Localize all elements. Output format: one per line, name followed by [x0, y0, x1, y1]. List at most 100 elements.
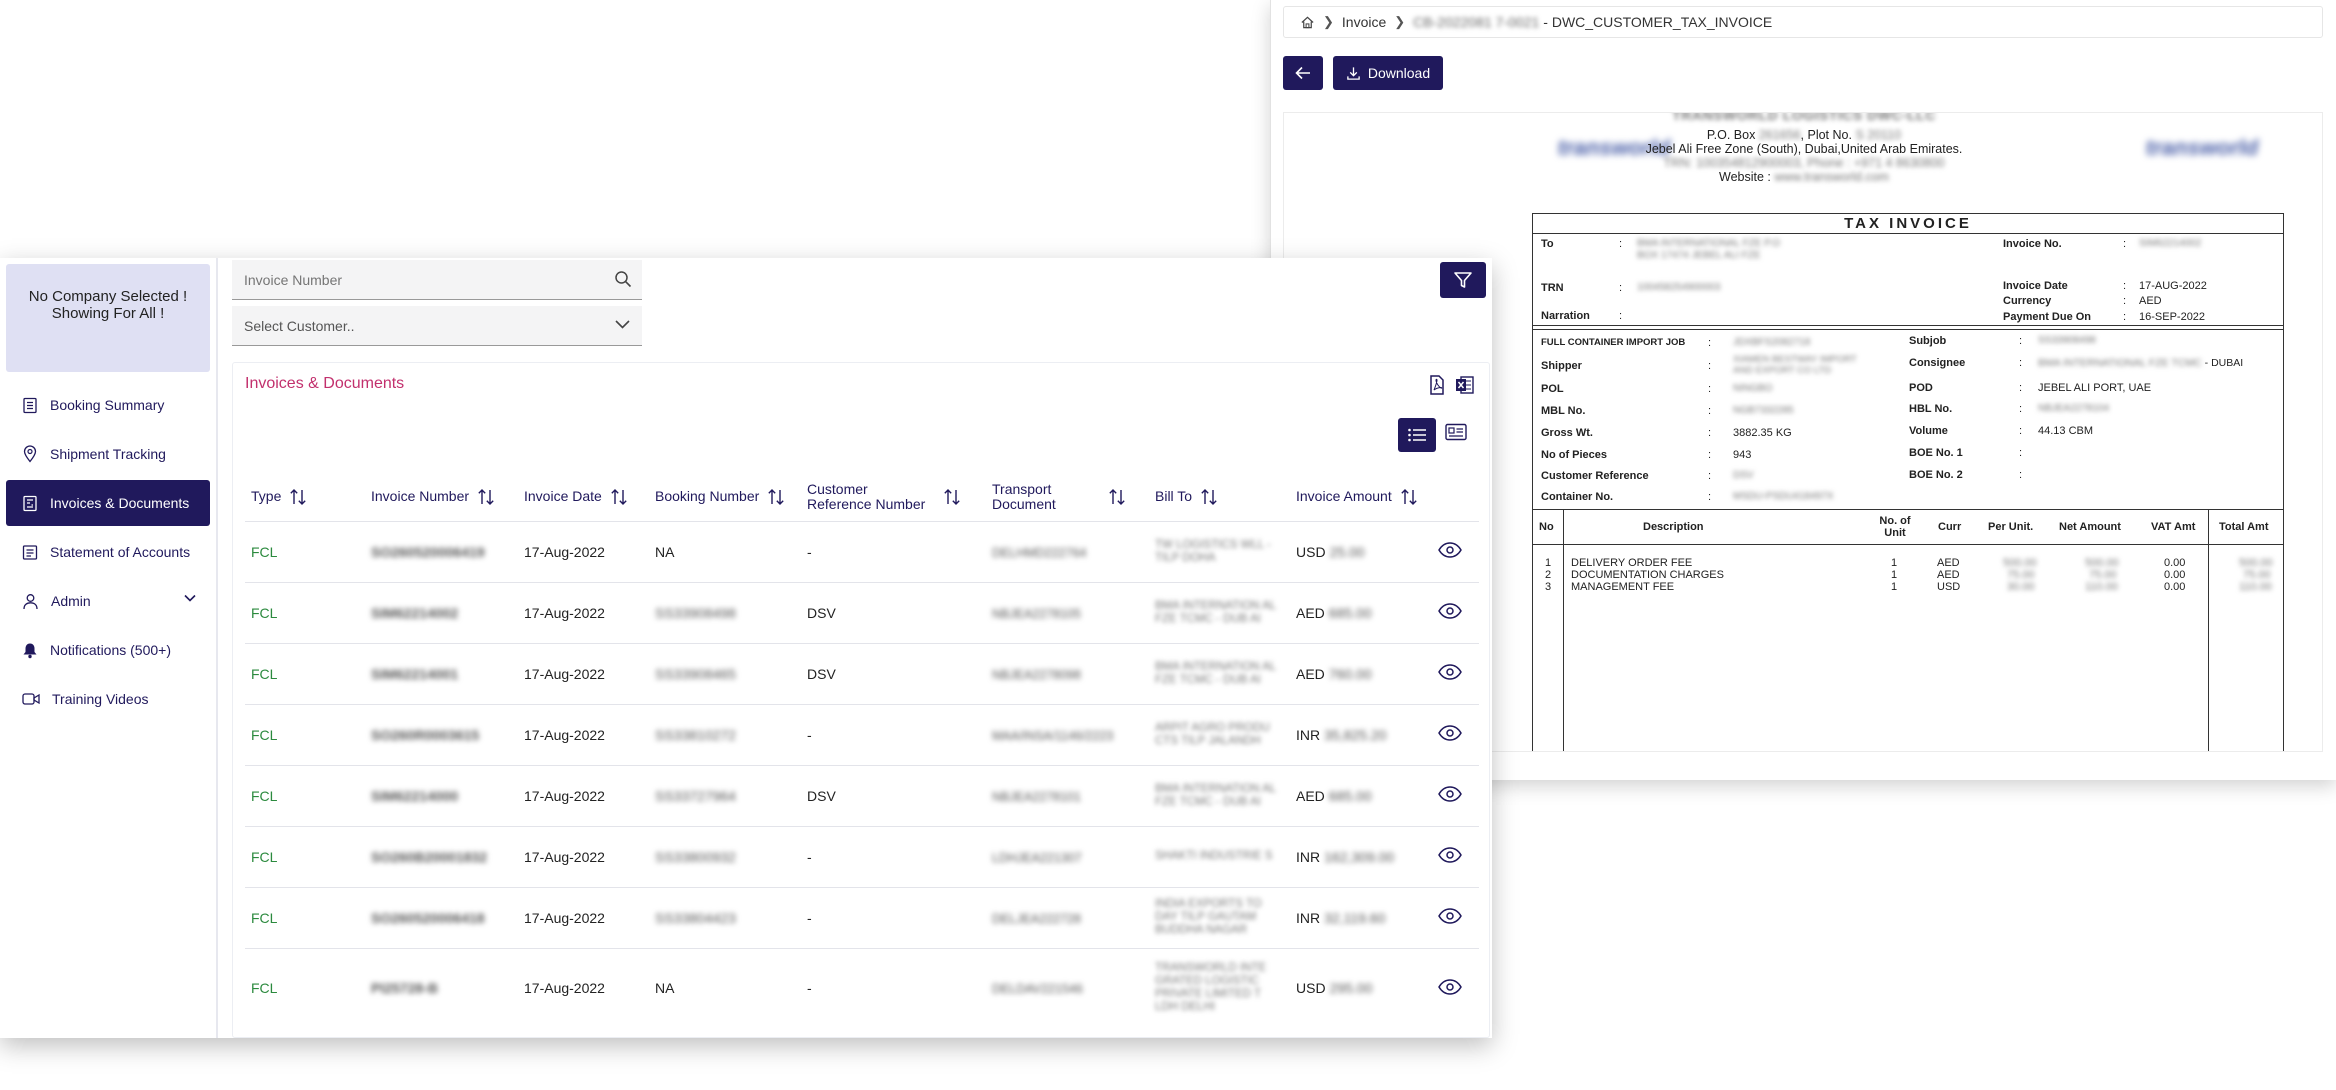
cell-invoice-number[interactable]: SO260520006419 [365, 520, 518, 582]
sort-icon[interactable] [610, 488, 628, 506]
main-content: Select Customer.. Invoices & Documents T… [230, 258, 1492, 1038]
company-notice[interactable]: No Company Selected ! Showing For All ! [6, 264, 210, 372]
breadcrumb-invoice-link[interactable]: Invoice [1342, 14, 1386, 30]
cell-bill-to: ARPIT AGRO PRODU CTS TILP JALANDH [1149, 703, 1290, 765]
cell-invoice-date: 17-Aug-2022 [518, 825, 649, 887]
sidebar-item-label: Admin [51, 593, 91, 609]
eye-view-icon[interactable] [1438, 603, 1462, 619]
eye-view-icon[interactable] [1438, 664, 1462, 680]
cell-type: FCL [245, 886, 365, 948]
filter-button[interactable] [1440, 262, 1486, 298]
trn-value: 100458254900003 [1637, 282, 1721, 293]
invoice-number-input[interactable] [244, 271, 604, 288]
column-header[interactable]: Booking Number [649, 473, 801, 521]
sidebar-item-training-videos[interactable]: Training Videos [6, 676, 210, 722]
tax-invoice-title: TAX INVOICE [1533, 214, 2283, 234]
eye-view-icon[interactable] [1438, 847, 1462, 863]
cell-invoice-date: 17-Aug-2022 [518, 642, 649, 704]
sort-icon[interactable] [289, 488, 307, 506]
table-row[interactable]: FCL SO260B20001832 17-Aug-2022 SS33800932- L… [245, 825, 1479, 887]
chevron-down-icon [615, 320, 630, 329]
sort-icon[interactable] [767, 488, 785, 506]
breadcrumb: ❯ Invoice ❯ CB-2022081 7-0021 - DWC_CUST… [1283, 6, 2323, 38]
cell-bill-to: TRANSWORLD INTE GRATED LOGISTIC PRIVATE … [1149, 947, 1290, 1028]
sidebar-item-shipment-tracking[interactable]: Shipment Tracking [6, 431, 210, 477]
column-header[interactable]: Invoice Number [365, 473, 518, 521]
home-icon[interactable] [1300, 15, 1315, 30]
table-row[interactable]: FCL PI25728-B 17-Aug-2022 NA - DELDAV221546 TR… [245, 947, 1479, 1028]
cell-invoice-number[interactable]: SIM62214001 [365, 642, 518, 704]
table-row[interactable]: FCL SO260520006418 17-Aug-2022 SS33804423- D… [245, 886, 1479, 948]
invoice-icon [23, 495, 37, 511]
sort-icon[interactable] [1200, 488, 1218, 506]
pdf-export-icon[interactable] [1428, 375, 1446, 395]
sort-icon[interactable] [477, 488, 495, 506]
column-header[interactable]: Type [245, 473, 365, 521]
cell-invoice-number[interactable]: SO260520006418 [365, 886, 518, 948]
cell-actions [1432, 825, 1479, 887]
column-header[interactable]: Transport Document [986, 473, 1149, 521]
table-row[interactable]: FCL SIM62214001 17-Aug-2022 SS33908465 DSV NB… [245, 642, 1479, 704]
list-document-icon [23, 397, 37, 413]
table-row[interactable]: FCL SO260R0003615 17-Aug-2022 SS33810272- MA… [245, 703, 1479, 765]
cell-invoice-number[interactable]: SO260R0003615 [365, 703, 518, 765]
back-button[interactable] [1283, 56, 1323, 90]
cell-invoice-amount: USD 25.00 [1290, 520, 1432, 582]
table-row[interactable]: FCL SIM62214002 17-Aug-2022 SS33908498 DSV NB… [245, 581, 1479, 643]
cell-booking-number: SS33727964 [649, 764, 801, 826]
table-row[interactable]: FCL SO260520006419 17-Aug-2022 NA - DELHMD222… [245, 520, 1479, 582]
sidebar-item-notifications[interactable]: Notifications (500+) [6, 627, 210, 673]
sort-icon[interactable] [1108, 488, 1126, 506]
currency-label: Currency [2003, 295, 2052, 307]
column-header[interactable]: Bill To [1149, 473, 1290, 521]
cell-type: FCL [245, 703, 365, 765]
excel-export-icon[interactable] [1455, 375, 1475, 395]
filter-funnel-icon [1454, 272, 1472, 288]
column-header-label: Type [251, 488, 282, 505]
chevron-down-icon[interactable] [184, 594, 196, 602]
invoice-no-label: Invoice No. [2003, 238, 2062, 250]
cell-invoice-amount: INR 32,119.60 [1290, 886, 1432, 948]
card-view-icon[interactable] [1445, 423, 1467, 441]
column-header[interactable]: Invoice Amount [1290, 473, 1432, 521]
sidebar-item-booking-summary[interactable]: Booking Summary [6, 382, 210, 428]
cell-actions [1432, 642, 1479, 704]
cell-invoice-amount: INR 162,309.00 [1290, 825, 1432, 887]
table-row[interactable]: FCL SIM62214000 17-Aug-2022 SS33727964 DSV NB… [245, 764, 1479, 826]
cell-invoice-number[interactable]: PI25728-B [365, 947, 518, 1028]
sort-icon[interactable] [1400, 488, 1418, 506]
cell-invoice-number[interactable]: SO260B20001832 [365, 825, 518, 887]
eye-view-icon[interactable] [1438, 786, 1462, 802]
list-view-toggle[interactable] [1398, 418, 1436, 452]
cell-invoice-amount: USD 295.00 [1290, 947, 1432, 1028]
eye-view-icon[interactable] [1438, 908, 1462, 924]
cell-type: FCL [245, 642, 365, 704]
cell-invoice-number[interactable]: SIM62214002 [365, 581, 518, 643]
invoice-date-value: 17-AUG-2022 [2139, 280, 2207, 292]
customer-select[interactable]: Select Customer.. [232, 306, 642, 346]
sidebar-item-invoices-documents[interactable]: Invoices & Documents [6, 480, 210, 526]
eye-view-icon[interactable] [1438, 978, 1462, 995]
cell-actions [1432, 764, 1479, 826]
admin-user-icon [23, 593, 38, 609]
invoice-date-label: Invoice Date [2003, 280, 2068, 292]
table-header-row: Type Invoice Number Invoice Date Booking Nu… [245, 473, 1479, 521]
column-header-label: Invoice Number [371, 488, 470, 505]
cell-invoice-number[interactable]: SIM62214000 [365, 764, 518, 826]
eye-view-icon[interactable] [1438, 725, 1462, 741]
cell-booking-number: NA [649, 947, 801, 1028]
download-button[interactable]: Download [1333, 56, 1443, 90]
statement-icon [22, 544, 38, 560]
search-icon[interactable] [614, 270, 632, 288]
invoice-number-search [232, 260, 642, 300]
eye-view-icon[interactable] [1438, 542, 1462, 558]
sidebar-item-admin[interactable]: Admin [6, 578, 210, 624]
card-title: Invoices & Documents [245, 375, 405, 392]
cell-invoice-amount: AED 760.00 [1290, 642, 1432, 704]
column-header[interactable]: Invoice Date [518, 473, 649, 521]
sidebar-item-statement-of-accounts[interactable]: Statement of Accounts [6, 529, 210, 575]
sort-icon[interactable] [943, 488, 961, 506]
cell-invoice-amount: AED 685.00 [1290, 581, 1432, 643]
column-header[interactable]: Customer Reference Number [801, 473, 986, 521]
cell-transport-document: NBJEA2278105 [986, 581, 1149, 643]
